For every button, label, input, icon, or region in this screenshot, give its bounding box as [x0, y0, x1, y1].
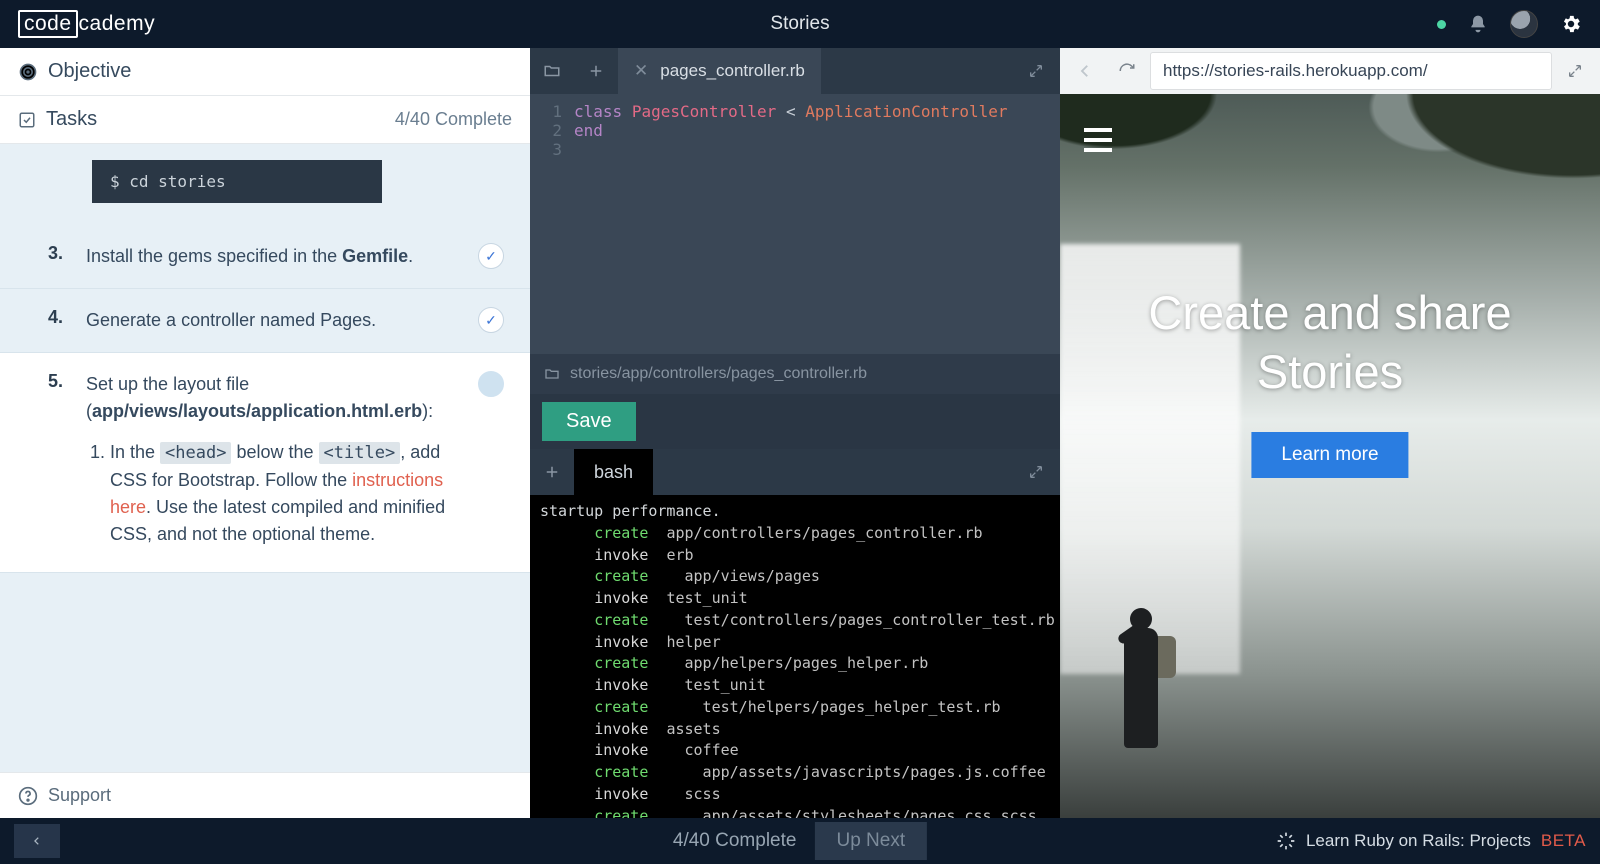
task-item[interactable]: 5. Set up the layout file (app/views/lay…	[0, 353, 530, 573]
header-actions	[1437, 10, 1582, 38]
file-tree-button[interactable]	[530, 48, 574, 94]
footer-right: Learn Ruby on Rails: Projects BETA	[1276, 831, 1586, 851]
code-sample: $ cd stories	[92, 160, 382, 203]
task-number: 3.	[48, 243, 70, 264]
footer-center: 4/40 Complete Up Next	[673, 822, 927, 860]
save-button[interactable]: Save	[542, 402, 636, 441]
learn-more-button[interactable]: Learn more	[1251, 432, 1408, 478]
task-item[interactable]: 4. Generate a controller named Pages. ✓	[0, 289, 530, 353]
tasks-progress: 4/40 Complete	[395, 109, 512, 130]
settings-icon[interactable]	[1560, 13, 1582, 35]
course-name[interactable]: Learn Ruby on Rails: Projects	[1306, 831, 1531, 851]
code-sample-area: $ cd stories	[0, 144, 530, 225]
code-panel: ✕ pages_controller.rb 1class PagesContro…	[530, 48, 1060, 818]
task-text: Generate a controller named Pages.	[86, 307, 462, 334]
checkbox-icon	[18, 111, 36, 129]
task-check-icon[interactable]: ✓	[478, 307, 504, 333]
folder-icon	[543, 62, 561, 80]
footer-progress: 4/40 Complete	[673, 830, 797, 852]
tasks-label: Tasks	[46, 108, 97, 131]
footer: 4/40 Complete Up Next Learn Ruby on Rail…	[0, 818, 1600, 864]
instructions-panel: Objective Tasks 4/40 Complete $ cd stori…	[0, 48, 530, 818]
refresh-icon	[1118, 62, 1136, 80]
expand-terminal-button[interactable]	[1012, 464, 1060, 480]
brand-box: code	[18, 10, 78, 38]
terminal-tab-label: bash	[594, 462, 633, 483]
objective-header[interactable]: Objective	[0, 48, 530, 96]
preview-frame[interactable]: Create and shareStories Learn more	[1060, 94, 1600, 818]
scene-person	[1096, 568, 1186, 748]
folder-icon	[544, 366, 560, 382]
main-layout: Objective Tasks 4/40 Complete $ cd stori…	[0, 48, 1600, 818]
browser-bar: https://stories-rails.herokuapp.com/	[1060, 48, 1600, 94]
notifications-icon[interactable]	[1468, 14, 1488, 34]
tasks-list[interactable]: $ cd stories 3. Install the gems specifi…	[0, 144, 530, 772]
browser-refresh-button[interactable]	[1108, 52, 1146, 90]
support-button[interactable]: Support	[0, 772, 530, 818]
app-header: codecademy Stories	[0, 0, 1600, 48]
connection-status-icon	[1437, 20, 1446, 29]
page-title: Stories	[770, 13, 829, 35]
objective-label: Objective	[48, 60, 131, 83]
browser-back-button[interactable]	[1066, 52, 1104, 90]
plus-icon	[543, 463, 561, 481]
terminal[interactable]: startup performance. create app/controll…	[530, 495, 1060, 818]
expand-icon	[1028, 464, 1044, 480]
beta-badge: BETA	[1541, 831, 1586, 851]
close-icon[interactable]: ✕	[634, 61, 648, 81]
tasks-header[interactable]: Tasks 4/40 Complete	[0, 96, 530, 144]
task-number: 4.	[48, 307, 70, 328]
brand-rest: cademy	[79, 12, 156, 36]
editor-tab-label: pages_controller.rb	[660, 61, 805, 81]
editor-tab-bar: ✕ pages_controller.rb	[530, 48, 1060, 94]
task-text: Install the gems specified in the Gemfil…	[86, 243, 462, 270]
expand-editor-button[interactable]	[1012, 63, 1060, 79]
code-editor[interactable]: 1class PagesController < ApplicationCont…	[530, 94, 1060, 354]
file-path-bar: stories/app/controllers/pages_controller…	[530, 354, 1060, 394]
new-terminal-button[interactable]	[530, 449, 574, 495]
nav-back-button[interactable]	[14, 824, 60, 858]
save-row: Save	[530, 394, 1060, 449]
avatar[interactable]	[1510, 10, 1538, 38]
task-item[interactable]: 3. Install the gems specified in the Gem…	[0, 225, 530, 289]
hero-text: Create and shareStories	[1060, 284, 1600, 402]
sparkle-icon	[1276, 831, 1296, 851]
up-next-button[interactable]: Up Next	[814, 822, 927, 860]
file-path: stories/app/controllers/pages_controller…	[570, 365, 867, 383]
task-check-icon[interactable]: ✓	[478, 243, 504, 269]
task-number: 5.	[48, 371, 70, 392]
target-icon	[18, 62, 38, 82]
task-text: Set up the layout file (app/views/layout…	[86, 371, 462, 554]
hamburger-menu-icon[interactable]	[1084, 128, 1112, 152]
task-check-icon[interactable]	[478, 371, 504, 397]
editor-tab[interactable]: ✕ pages_controller.rb	[618, 48, 821, 94]
help-icon	[18, 786, 38, 806]
expand-icon	[1028, 63, 1044, 79]
terminal-tab[interactable]: bash	[574, 449, 653, 495]
terminal-tab-bar: bash	[530, 449, 1060, 495]
support-label: Support	[48, 785, 111, 806]
expand-preview-button[interactable]	[1556, 52, 1594, 90]
preview-panel: https://stories-rails.herokuapp.com/ Cre…	[1060, 48, 1600, 818]
plus-icon	[587, 62, 605, 80]
url-text: https://stories-rails.herokuapp.com/	[1163, 61, 1428, 81]
brand-logo[interactable]: codecademy	[18, 10, 155, 38]
expand-icon	[1567, 63, 1583, 79]
chevron-left-icon	[1076, 62, 1094, 80]
new-tab-button[interactable]	[574, 48, 618, 94]
url-bar[interactable]: https://stories-rails.herokuapp.com/	[1150, 52, 1552, 90]
chevron-left-icon	[32, 833, 42, 849]
